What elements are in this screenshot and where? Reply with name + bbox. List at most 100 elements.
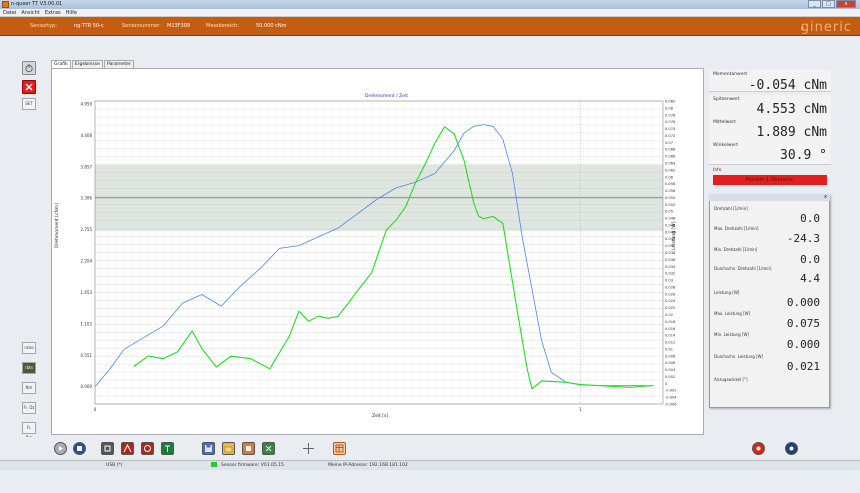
y2-tick-label: 0.082	[665, 100, 675, 104]
taskbar	[0, 470, 860, 493]
torque-chart[interactable]: 4.959 4.408 3.857 3.306 2.755 2.204 1.653 1.102…	[51, 68, 704, 435]
y-tick-label: 1.653	[81, 290, 93, 295]
table-button[interactable]	[333, 442, 346, 455]
y-tick-label: 3.306	[81, 196, 93, 201]
y-tick-label: 0.551	[81, 353, 93, 358]
y2-tick-label: 0.014	[665, 334, 676, 338]
y-tick-label: 4.408	[81, 133, 93, 138]
ip-status: Meine IP-Adresse: 192.168.181.102	[328, 463, 408, 468]
y-tick-label: 2.755	[81, 227, 93, 232]
readout-mittel-value: 1.889 cNm	[756, 125, 827, 140]
y2-tick-label: 0.048	[665, 217, 676, 221]
y2-tick-label: 0.006	[665, 361, 676, 365]
y2-tick-label: 0.038	[665, 251, 676, 255]
y2-tick-label: 0.06	[665, 175, 674, 179]
metric-value: 0.021	[786, 360, 820, 373]
menu-hilfe[interactable]: Hilfe	[66, 10, 77, 16]
y2-tick-label: -0.002	[665, 389, 677, 393]
angle-button[interactable]	[141, 442, 154, 455]
tab-grafik[interactable]: Grafik	[51, 60, 71, 68]
y2-tick-label: 0.024	[665, 299, 676, 303]
y2-tick-label: 0.054	[665, 196, 676, 200]
serial-label: Seriennummer:	[122, 23, 161, 29]
set-button[interactable]: SET	[22, 98, 36, 110]
y2-tick-label: 0.062	[665, 168, 675, 172]
save-button[interactable]	[202, 442, 215, 455]
usb-status: USB (*)	[106, 463, 123, 468]
brand-logo: n gineric	[800, 20, 852, 35]
range-value: 50.000 cNm	[256, 23, 287, 29]
open-button[interactable]	[222, 442, 235, 455]
minimize-button[interactable]: _	[808, 0, 821, 8]
sensor-info-bar: Sensortyp: ng-TTR 50-c Seriennummer: M13…	[0, 17, 860, 36]
info-message: Fenster 1 Überschr.	[713, 175, 827, 185]
y2-tick-label: 0.018	[665, 320, 676, 324]
window-title: n-queer TT V3.00.01	[11, 1, 63, 7]
y-tick-label: 0.000	[81, 384, 93, 389]
maximize-button[interactable]: □	[822, 0, 835, 8]
y2-tick-label: 0.02	[665, 313, 673, 317]
record-button[interactable]	[73, 442, 86, 455]
menu-datei[interactable]: Datei	[3, 10, 16, 16]
panel-close-button[interactable]: x	[824, 194, 827, 200]
metric-label: Anzugswinkel [°]	[714, 377, 748, 382]
range-label: Messbereich:	[206, 23, 239, 29]
alarm-icon	[756, 446, 761, 451]
rbts-button[interactable]: rbts	[22, 362, 36, 374]
y2-tick-label: 0.01	[665, 347, 673, 351]
y2-tick-label: 0.004	[665, 368, 676, 372]
info-button[interactable]	[785, 442, 798, 455]
menu-ansicht[interactable]: Ansicht	[21, 10, 39, 16]
metric-label: Durchschn. Drehzahl [1/min]	[714, 266, 772, 271]
y2-tick-label: 0.028	[665, 285, 676, 289]
y2-tick-label: 0.076	[665, 120, 676, 124]
export-icon	[246, 446, 251, 451]
peak-button[interactable]	[121, 442, 134, 455]
y2-tick-label: 0.016	[665, 327, 676, 331]
tab-ergebnisse[interactable]: Ergebnisse	[71, 60, 103, 68]
readout-winkel-label: Winkelwert	[713, 143, 738, 148]
record-icon	[77, 446, 82, 451]
y2-tick-label: 0.022	[665, 306, 675, 310]
metric-label: Max. Leistung [W]	[714, 311, 751, 316]
y2-tick-label: 0.012	[665, 341, 675, 345]
fr-bm-button[interactable]: Fr. Bm	[22, 422, 36, 440]
nm-button[interactable]: Nm	[22, 382, 36, 394]
readout-spitze-label: Spitzenwert	[713, 97, 740, 102]
power-button[interactable]	[22, 61, 36, 75]
stop-button[interactable]	[22, 80, 36, 94]
y2-tick-label: 0.07	[665, 141, 673, 145]
crosshair-button[interactable]	[302, 442, 315, 455]
menu-extras[interactable]: Extras	[45, 10, 61, 16]
y2-tick-label: 0.008	[665, 354, 676, 358]
clear-button[interactable]	[101, 442, 114, 455]
y-tick-label: 4.959	[81, 102, 93, 107]
readout-momentan-value: -0.054 cNm	[748, 78, 827, 93]
y2-tick-label: -0.006	[665, 403, 677, 407]
crosshair-icon	[303, 443, 314, 454]
tab-parameter[interactable]: Parameter	[104, 60, 134, 68]
export-button[interactable]	[242, 442, 255, 455]
y-tick-label: 3.857	[81, 164, 93, 169]
y2-axis-label: Leistung [W]	[672, 221, 677, 250]
app-icon	[2, 1, 9, 8]
metric-value: 0.075	[786, 317, 820, 330]
play-button[interactable]	[54, 442, 67, 455]
metric-value: 0.000	[786, 296, 820, 309]
info-icon	[789, 446, 794, 451]
y2-tick-label: 0.032	[665, 272, 675, 276]
y2-tick-label: 0.03	[665, 279, 673, 283]
readout-momentan-label: Momentanwert	[713, 72, 748, 77]
y2-tick-label: 0	[665, 382, 668, 386]
trigger-button[interactable]	[161, 442, 174, 455]
tab-bar: Grafik Ergebnisse Parameter	[51, 60, 135, 68]
excel-button[interactable]	[262, 442, 275, 455]
fr-dz-button[interactable]: Fr. Dz	[22, 402, 36, 414]
metric-label: Min. Leistung [W]	[714, 332, 749, 337]
alarm-button[interactable]	[752, 442, 765, 455]
status-bar: USB (*) Sensor firmware: V01.05.15 Meine…	[0, 460, 860, 470]
ratio-button[interactable]: ratio	[22, 342, 36, 354]
y2-tick-label: 0.068	[665, 148, 676, 152]
close-button[interactable]: x	[836, 0, 856, 8]
title-bar: n-queer TT V3.00.01 _ □ x	[0, 0, 860, 9]
